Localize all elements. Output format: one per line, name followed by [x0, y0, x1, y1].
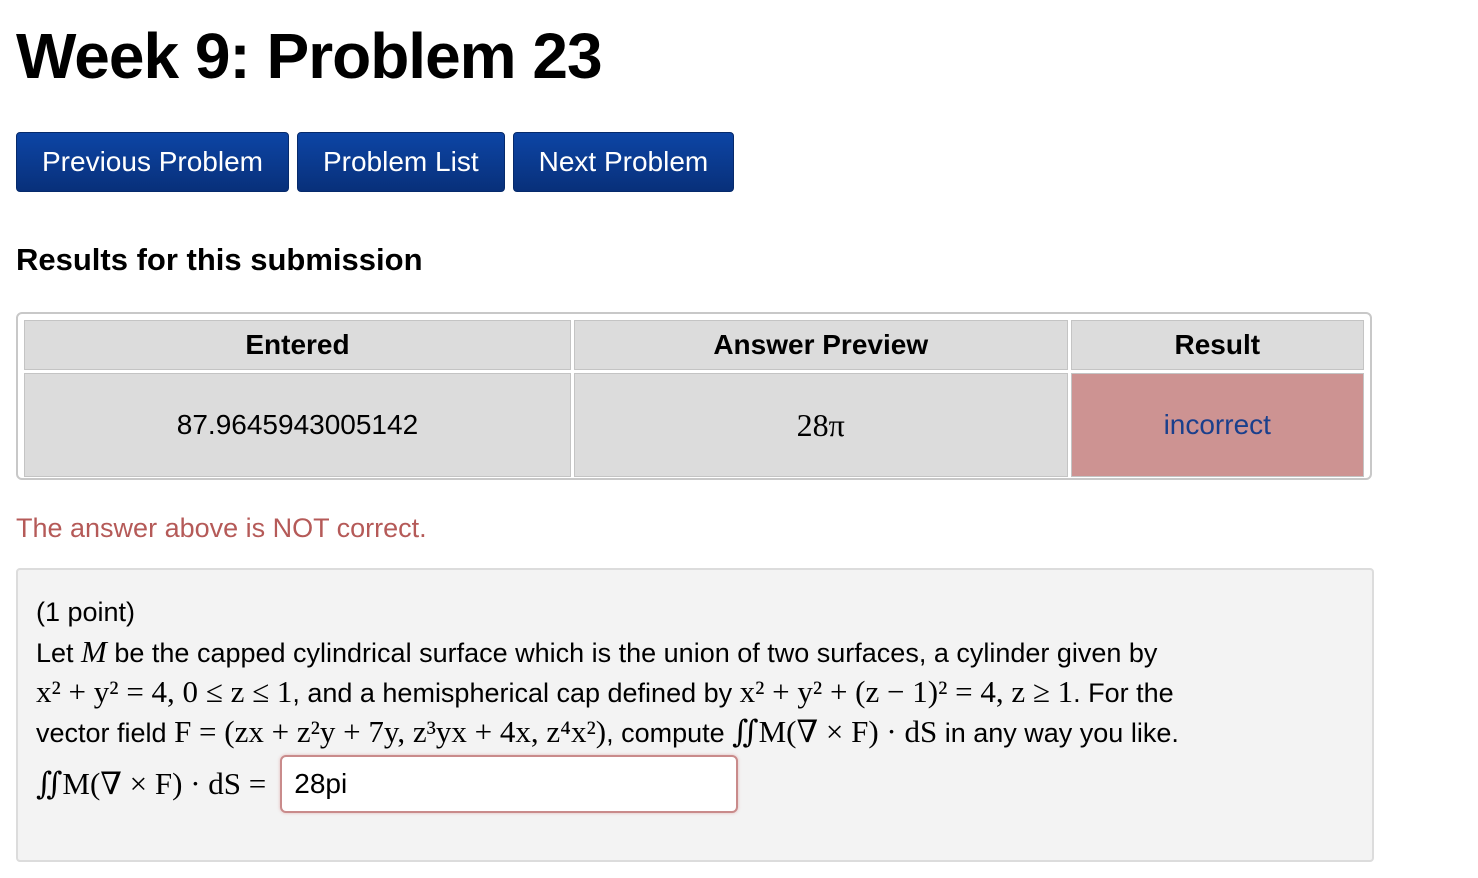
- page-title: Week 9: Problem 23: [16, 20, 603, 92]
- answer-input[interactable]: [280, 755, 739, 813]
- problem-navigation: Previous Problem Problem List Next Probl…: [16, 132, 735, 192]
- problem-statement: (1 point) Let M be the capped cylindrica…: [16, 568, 1374, 862]
- result-status-badge: incorrect: [1070, 373, 1364, 477]
- problem-text: in any way you like.: [937, 718, 1179, 748]
- problem-text: Let: [36, 638, 82, 668]
- problem-points: (1 point): [36, 597, 136, 627]
- cap-equation: x² + y² + (z − 1)² = 4, z ≥ 1: [739, 674, 1074, 709]
- results-header-row: Entered Answer Preview Result: [24, 320, 1364, 370]
- previous-problem-button[interactable]: Previous Problem: [16, 132, 289, 192]
- answer-row: ∬M(∇ × F) · dS =: [36, 755, 1354, 813]
- math-variable-m: M: [81, 634, 107, 669]
- problem-line-3: vector field F = (zx + z²y + 7y, z³yx + …: [36, 712, 1354, 752]
- answer-status-message: The answer above is NOT correct.: [16, 513, 427, 543]
- problem-text: be the capped cylindrical surface which …: [106, 638, 1158, 668]
- problem-text: , and a hemispherical cap defined by: [292, 678, 740, 708]
- problem-text: , compute: [606, 718, 733, 748]
- problem-line-2: x² + y² = 4, 0 ≤ z ≤ 1, and a hemispheri…: [36, 672, 1354, 712]
- answer-label: ∬M(∇ × F) · dS =: [36, 766, 267, 801]
- answer-preview-value: 28π: [573, 373, 1068, 477]
- results-heading: Results for this submission: [16, 242, 423, 277]
- surface-integral: ∬M(∇ × F) · dS: [732, 714, 938, 749]
- vector-field-equation: F = (zx + z²y + 7y, z³yx + 4x, z⁴x²): [174, 714, 607, 749]
- problem-line-1: Let M be the capped cylindrical surface …: [36, 632, 1354, 672]
- problem-list-button[interactable]: Problem List: [296, 132, 505, 192]
- results-table: Entered Answer Preview Result 87.9645943…: [16, 312, 1372, 480]
- entered-value: 87.9645943005142: [24, 373, 571, 477]
- column-header-result: Result: [1070, 320, 1364, 370]
- column-header-answer-preview: Answer Preview: [573, 320, 1068, 370]
- column-header-entered: Entered: [24, 320, 571, 370]
- cylinder-equation: x² + y² = 4, 0 ≤ z ≤ 1: [36, 674, 293, 709]
- problem-text: . For the: [1073, 678, 1174, 708]
- problem-text: vector field: [36, 718, 175, 748]
- table-row: 87.9645943005142 28π incorrect: [24, 373, 1364, 477]
- next-problem-button[interactable]: Next Problem: [512, 132, 735, 192]
